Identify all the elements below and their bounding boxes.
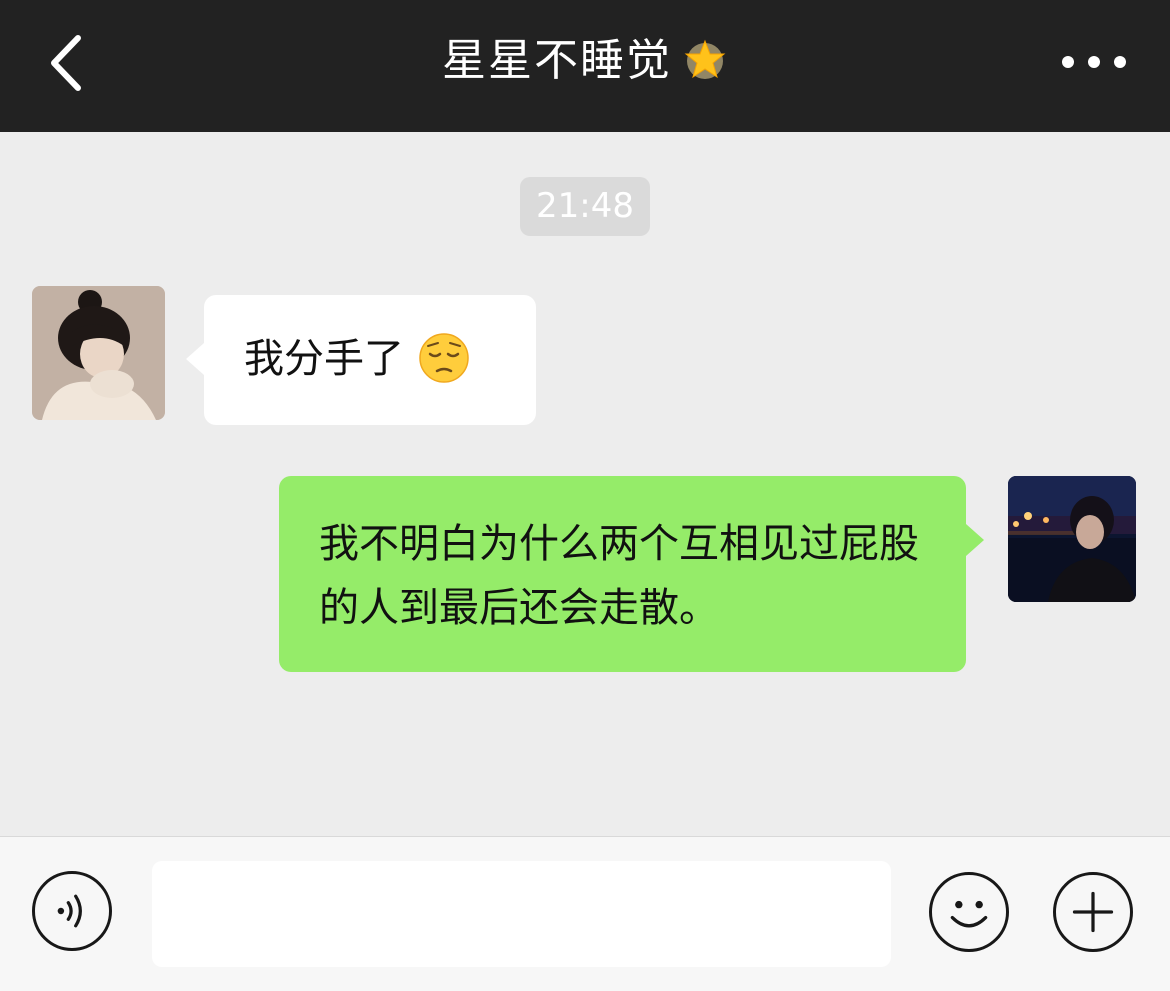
more-functions-button[interactable] [1053,872,1133,952]
contact-avatar-image [32,286,165,420]
smiley-icon [950,900,988,928]
voice-button[interactable] [32,871,112,951]
outgoing-message-bubble[interactable]: 我不明白为什么两个互相见过屁股的人到最后还会走散。 [279,476,984,672]
plus-icon [1072,891,1114,933]
chat-header: 星星不睡觉 [0,0,1170,132]
incoming-message: 我分手了 [244,331,470,387]
glowing-star-icon [684,39,726,79]
pensive-face-icon [419,333,469,383]
chat-title: 星星不睡觉 [442,35,672,86]
my-avatar-image [1008,476,1136,602]
more-button[interactable] [1058,44,1130,80]
more-dots-icon [1062,56,1126,68]
voice-icon [57,894,82,928]
outgoing-message-text: 我不明白为什么两个互相见过屁股的人到最后还会走散。 [319,521,919,631]
emoji-button[interactable] [929,872,1009,952]
incoming-message-text: 我分手了 [244,336,404,382]
contact-avatar[interactable] [32,286,165,420]
message-input[interactable] [152,861,891,967]
my-avatar[interactable] [1008,476,1136,602]
message-timestamp: 21:48 [520,177,650,236]
chat-title-container: 星星不睡觉 [0,30,1170,92]
incoming-message-bubble[interactable]: 我分手了 [186,295,536,425]
input-bar [0,836,1170,991]
